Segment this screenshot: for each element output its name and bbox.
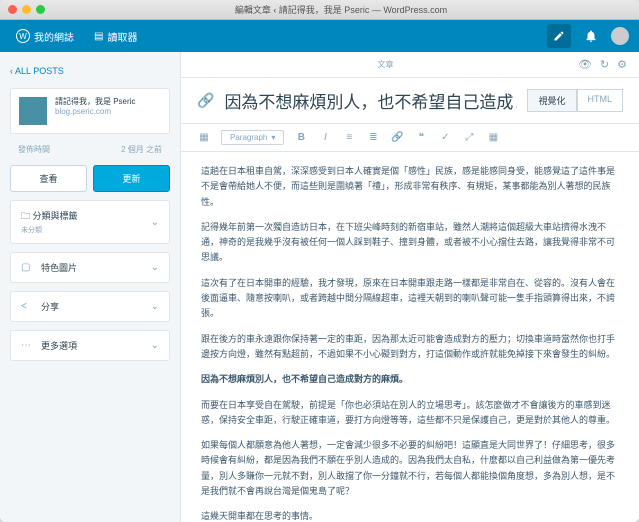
media-icon[interactable]: ▦	[197, 132, 211, 143]
share-icon: <	[21, 301, 33, 312]
folder-icon: 🗀	[21, 211, 30, 221]
publish-label: 發佈時間	[18, 144, 50, 155]
window-title: 編輯文章 ‹ 請記得我，我是 Pseric — WordPress.com	[51, 3, 631, 16]
quote-icon[interactable]: ❝	[414, 132, 428, 143]
site-url: blog.pseric.com	[55, 107, 135, 117]
paragraph[interactable]: 這趟在日本租車自駕，深深感受到日本人確實是個「感性」民族，感是能感同身受，能感覺…	[201, 164, 619, 210]
featured-image-item[interactable]: ▢ 特色圖片 ⌄	[10, 252, 170, 283]
view-button[interactable]: 查看	[10, 165, 87, 192]
wordpress-icon: W	[16, 29, 30, 43]
paragraph[interactable]: 如果每個人都願意為他人著想，一定會減少很多不必要的糾紛吧！這顯直是大同世界了！仔…	[201, 438, 619, 499]
format-select[interactable]: Paragraph ▾	[221, 130, 284, 145]
chevron-down-icon: ⌄	[151, 262, 159, 273]
share-item[interactable]: < 分享 ⌄	[10, 291, 170, 322]
chevron-down-icon: ⌄	[151, 340, 159, 351]
paragraph[interactable]: 跟在後方的車永遠跟你保持著一定的車距，因為那太近可能會造成對方的壓力；切換車道時…	[201, 332, 619, 363]
zoom-dot[interactable]	[36, 5, 45, 14]
paragraph[interactable]: 而要在日本享受自在駕駛，前提是「你也必須站在別人的立場思考」。該怎麼做才不會讓後…	[201, 398, 619, 429]
expand-icon[interactable]: ⤢	[462, 132, 476, 143]
my-sites-link[interactable]: W 我的網誌	[10, 29, 80, 44]
update-button[interactable]: 更新	[93, 165, 170, 192]
site-card[interactable]: 請記得我，我是 Pseric blog.pseric.com	[10, 88, 170, 134]
site-thumbnail	[19, 97, 47, 125]
spell-icon[interactable]: ✓	[438, 132, 452, 143]
permalink-icon[interactable]: 🔗	[197, 92, 214, 109]
compose-button[interactable]	[547, 24, 571, 48]
kitchen-sink-icon[interactable]: ▦	[486, 132, 500, 143]
reader-link[interactable]: ▤ 讀取器	[88, 29, 143, 44]
minimize-dot[interactable]	[22, 5, 31, 14]
editor-pane: 文章 👁 ↻ ⚙ 🔗 因為不想麻煩別人，也不希望自己造成… 視覺化 HTML ▦…	[180, 52, 639, 522]
titlebar: 編輯文章 ‹ 請記得我，我是 Pseric — WordPress.com	[0, 0, 639, 20]
bold-icon[interactable]: B	[294, 132, 308, 143]
paragraph[interactable]: 這次有了在日本開車的經驗，我才發現，原來在日本開車跟走路一樣都是非常自在、從容的…	[201, 276, 619, 322]
wp-topbar: W 我的網誌 ▤ 讀取器	[0, 20, 639, 52]
publish-value: 2 個月 之前	[121, 144, 162, 155]
chevron-down-icon: ▾	[271, 133, 275, 142]
categories-panel[interactable]: 🗀 分類與標籤 未分類 ⌄	[10, 200, 170, 244]
list-ol-icon[interactable]: ≣	[366, 132, 380, 143]
paragraph-bold[interactable]: 因為不想麻煩別人，也不希望自己造成對方的麻煩。	[201, 372, 619, 387]
back-to-posts[interactable]: ‹ ALL POSTS	[10, 62, 170, 80]
list-ul-icon[interactable]: ≡	[342, 132, 356, 143]
editor-toolbar: ▦ Paragraph ▾ B I ≡ ≣ 🔗 ❝ ✓ ⤢ ▦	[181, 123, 639, 152]
reader-icon: ▤	[94, 31, 103, 42]
notifications-button[interactable]	[579, 24, 603, 48]
chevron-down-icon: ⌄	[151, 217, 159, 228]
history-icon[interactable]: ↻	[600, 58, 609, 71]
more-icon: ⋯	[21, 340, 33, 351]
site-name: 請記得我，我是 Pseric	[55, 97, 135, 107]
sidebar: ‹ ALL POSTS 請記得我，我是 Pseric blog.pseric.c…	[0, 52, 180, 522]
paragraph[interactable]: 記得幾年前第一次獨自造訪日本，在下班尖峰時刻的新宿車站，雖然人潮將這個超級大車站…	[201, 220, 619, 266]
content-type-label: 文章	[193, 59, 578, 70]
post-title-input[interactable]: 因為不想麻煩別人，也不希望自己造成…	[224, 88, 517, 113]
traffic-lights[interactable]	[8, 5, 45, 14]
link-icon[interactable]: 🔗	[390, 132, 404, 143]
visibility-icon[interactable]: 👁	[578, 58, 592, 71]
settings-icon[interactable]: ⚙	[617, 58, 627, 71]
more-options-item[interactable]: ⋯ 更多選項 ⌄	[10, 330, 170, 361]
paragraph[interactable]: 這幾天開車都在思考的事情。	[201, 509, 619, 522]
image-icon: ▢	[21, 262, 33, 273]
editor-body[interactable]: 這趟在日本租車自駕，深深感受到日本人確實是個「感性」民族，感是能感同身受，能感覺…	[181, 152, 639, 522]
user-avatar[interactable]	[611, 27, 629, 45]
tab-visual[interactable]: 視覺化	[527, 89, 576, 112]
tab-html[interactable]: HTML	[577, 89, 624, 112]
chevron-down-icon: ⌄	[151, 301, 159, 312]
italic-icon[interactable]: I	[318, 132, 332, 143]
close-dot[interactable]	[8, 5, 17, 14]
